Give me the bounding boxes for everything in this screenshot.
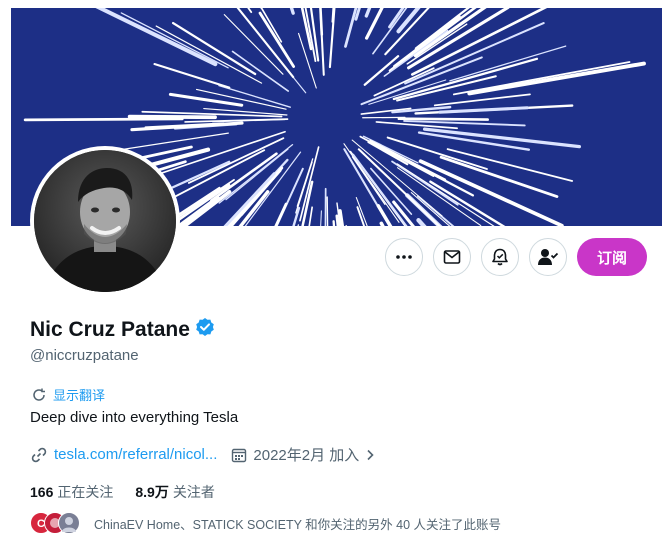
followers-you-know-text: ChinaEV Home、STATICK SOCIETY 和你关注的另外 40 … bbox=[94, 517, 502, 532]
more-icon bbox=[396, 255, 412, 259]
profile-meta: tesla.com/referral/nicol... 2022年2月 加入 bbox=[30, 444, 377, 465]
bell-icon bbox=[492, 248, 508, 266]
following-status-button[interactable] bbox=[529, 238, 567, 276]
followers-you-know[interactable]: C ChinaEV Home、STATICK SOCIETY 和你关注的另外 4… bbox=[30, 512, 501, 534]
profile-name-row: Nic Cruz Patane bbox=[30, 317, 215, 343]
translate-bio-link[interactable]: 显示翻译 bbox=[31, 385, 105, 404]
followers-label: 关注者 bbox=[172, 484, 215, 500]
profile-website-link[interactable]: tesla.com/referral/nicol... bbox=[54, 446, 217, 463]
calendar-icon bbox=[232, 448, 247, 462]
message-button[interactable] bbox=[433, 238, 471, 276]
avatar-photo bbox=[34, 150, 176, 292]
following-count: 166 bbox=[30, 484, 54, 500]
follow-check-icon bbox=[538, 249, 559, 265]
subscribe-button[interactable]: 订阅 bbox=[577, 238, 647, 276]
refresh-icon bbox=[33, 388, 45, 401]
followers-count: 8.9万 bbox=[135, 484, 169, 500]
following-stat[interactable]: 166 正在关注 bbox=[30, 482, 113, 502]
profile-name: Nic Cruz Patane bbox=[30, 318, 190, 341]
link-icon bbox=[31, 447, 47, 462]
joined-date: 2022年2月 加入 bbox=[231, 444, 377, 465]
follow-stats: 166 正在关注 8.9万 关注者 bbox=[30, 482, 237, 502]
translate-label: 显示翻译 bbox=[53, 388, 106, 403]
more-button[interactable] bbox=[385, 238, 423, 276]
follower-avatars: C bbox=[30, 512, 86, 534]
profile-avatar[interactable] bbox=[30, 146, 180, 296]
chevron-right-icon[interactable] bbox=[363, 448, 377, 462]
joined-text: 2022年2月 加入 bbox=[253, 447, 360, 464]
followers-stat[interactable]: 8.9万 关注者 bbox=[135, 482, 214, 502]
follower-avatar-other bbox=[58, 512, 80, 534]
avatar-portrait bbox=[34, 150, 176, 292]
profile-handle: @niccruzpatane bbox=[30, 347, 139, 364]
verified-badge-icon[interactable] bbox=[195, 317, 215, 343]
profile-bio: Deep dive into everything Tesla bbox=[30, 409, 239, 426]
mail-icon bbox=[443, 250, 461, 264]
following-label: 正在关注 bbox=[57, 484, 114, 500]
top-bar bbox=[0, 0, 662, 8]
notifications-button[interactable] bbox=[481, 238, 519, 276]
